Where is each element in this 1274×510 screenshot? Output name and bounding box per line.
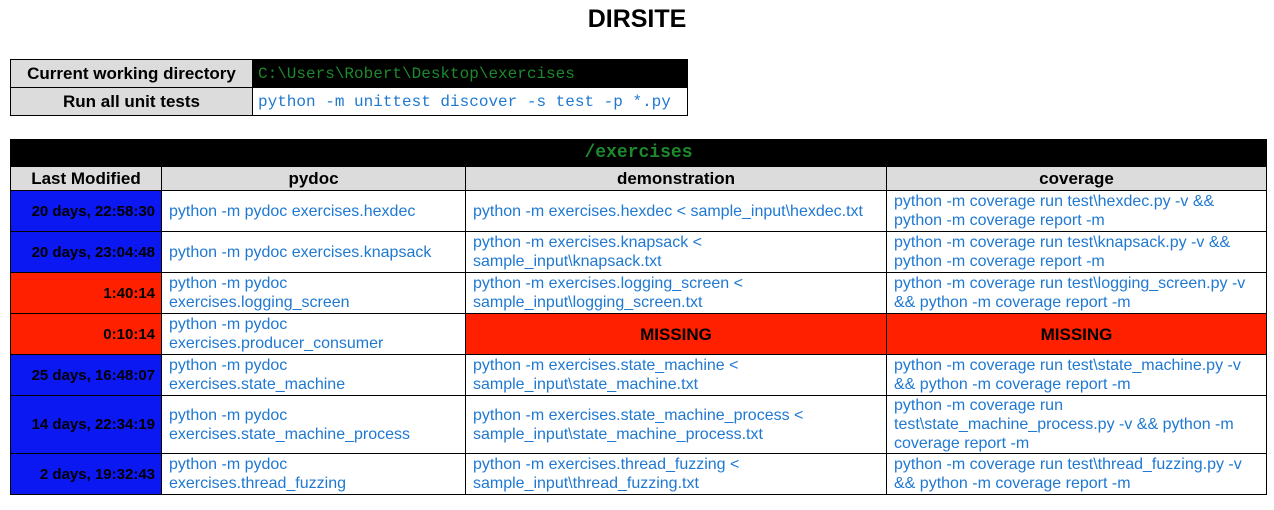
exercises-table: /exercises Last Modified pydoc demonstra…: [9, 139, 1268, 495]
last-modified-cell: 2 days, 19:32:43: [10, 453, 162, 495]
missing-badge: MISSING: [465, 313, 887, 355]
directory-title: /exercises: [9, 139, 1268, 167]
header-row: Last Modified pydoc demonstration covera…: [10, 166, 1268, 191]
header-demonstration: demonstration: [465, 166, 887, 191]
cwd-row: Current working directory C:\Users\Rober…: [10, 59, 688, 88]
table-row: 1:40:14 python -m pydoc exercises.logging…: [10, 272, 1268, 314]
pydoc-command[interactable]: python -m pydoc exercises.thread_fuzzing: [161, 453, 466, 495]
unit-tests-row: Run all unit tests python -m unittest di…: [10, 87, 688, 116]
coverage-command[interactable]: python -m coverage run test\state_machin…: [885, 395, 1268, 454]
demonstration-command[interactable]: python -m exercises.logging_screen < sam…: [465, 272, 887, 314]
table-row: 0:10:14 python -m pydoc exercises.produce…: [10, 313, 1268, 355]
pydoc-command[interactable]: python -m pydoc exercises.state_machine: [161, 354, 466, 396]
table-row: 25 days, 16:48:07 python -m pydoc exercis…: [10, 354, 1268, 396]
demonstration-command[interactable]: python -m exercises.knapsack < sample_in…: [465, 231, 887, 273]
last-modified-cell: 20 days, 22:58:30: [10, 190, 162, 232]
coverage-command[interactable]: python -m coverage run test\hexdec.py -v…: [885, 190, 1268, 232]
cwd-label: Current working directory: [10, 59, 253, 88]
demonstration-command[interactable]: python -m exercises.state_machine < samp…: [465, 354, 887, 396]
last-modified-cell: 0:10:14: [10, 313, 162, 355]
pydoc-command[interactable]: python -m pydoc exercises.logging_screen: [161, 272, 466, 314]
pydoc-command[interactable]: python -m pydoc exercises.producer_consu…: [161, 313, 466, 355]
header-pydoc: pydoc: [161, 166, 466, 191]
coverage-command[interactable]: python -m coverage run test\knapsack.py …: [885, 231, 1268, 273]
info-table: Current working directory C:\Users\Rober…: [10, 59, 688, 116]
demonstration-command[interactable]: python -m exercises.hexdec < sample_inpu…: [465, 190, 887, 232]
table-row: 20 days, 22:58:30 python -m pydoc exercis…: [10, 190, 1268, 232]
unit-tests-label: Run all unit tests: [10, 87, 253, 116]
pydoc-command[interactable]: python -m pydoc exercises.knapsack: [161, 231, 466, 273]
pydoc-command[interactable]: python -m pydoc exercises.hexdec: [161, 190, 466, 232]
coverage-command[interactable]: python -m coverage run test\thread_fuzzi…: [885, 453, 1268, 495]
table-row: 2 days, 19:32:43 python -m pydoc exercise…: [10, 453, 1268, 495]
pydoc-command[interactable]: python -m pydoc exercises.state_machine_…: [161, 395, 466, 454]
page-title: DIRSITE: [587, 5, 687, 33]
coverage-command[interactable]: python -m coverage run test\state_machin…: [885, 354, 1268, 396]
last-modified-cell: 25 days, 16:48:07: [10, 354, 162, 396]
directory-title-row: /exercises: [9, 139, 1268, 167]
last-modified-cell: 1:40:14: [10, 272, 162, 314]
demonstration-command[interactable]: python -m exercises.thread_fuzzing < sam…: [465, 453, 887, 495]
coverage-command[interactable]: python -m coverage run test\logging_scre…: [885, 272, 1268, 314]
header-last-modified: Last Modified: [10, 166, 162, 191]
unit-tests-command[interactable]: python -m unittest discover -s test -p *…: [252, 87, 688, 116]
last-modified-cell: 20 days, 23:04:48: [10, 231, 162, 273]
demonstration-command[interactable]: python -m exercises.state_machine_proces…: [465, 395, 887, 454]
cwd-value[interactable]: C:\Users\Robert\Desktop\exercises: [252, 59, 688, 88]
missing-badge: MISSING: [885, 313, 1268, 355]
table-row: 20 days, 23:04:48 python -m pydoc exercis…: [10, 231, 1268, 273]
last-modified-cell: 14 days, 22:34:19: [10, 395, 162, 454]
table-row: 14 days, 22:34:19 python -m pydoc exercis…: [10, 395, 1268, 454]
header-coverage: coverage: [885, 166, 1268, 191]
